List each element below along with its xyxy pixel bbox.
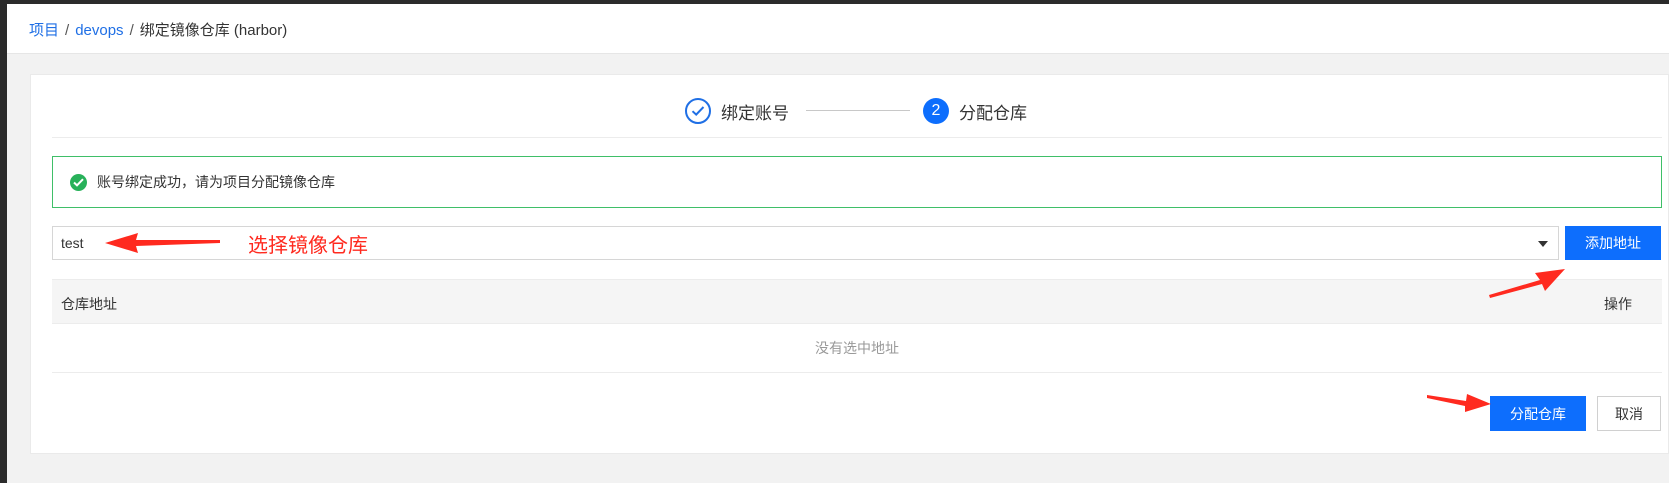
breadcrumb-bar: 项目 / devops / 绑定镜像仓库 (harbor) bbox=[7, 4, 1669, 54]
check-circle-icon bbox=[70, 173, 87, 191]
step-label: 分配仓库 bbox=[959, 103, 1027, 123]
caret-down-icon[interactable] bbox=[1538, 241, 1548, 247]
check-icon bbox=[685, 98, 711, 124]
success-alert: 账号绑定成功，请为项目分配镜像仓库 bbox=[52, 156, 1662, 208]
breadcrumb-devops-link[interactable]: devops bbox=[75, 22, 123, 39]
step-label: 绑定账号 bbox=[721, 103, 789, 123]
repo-select-value: test bbox=[61, 235, 84, 251]
step-bind-account: 绑定账号 bbox=[685, 97, 789, 125]
step-assign-repo: 2 分配仓库 bbox=[923, 97, 1027, 125]
step-number: 2 bbox=[923, 98, 949, 124]
breadcrumb-separator: / bbox=[65, 22, 70, 39]
main-panel bbox=[30, 74, 1669, 454]
empty-message: 没有选中地址 bbox=[815, 340, 899, 356]
table-header: 仓库地址 操作 bbox=[52, 279, 1662, 324]
step-connector bbox=[806, 110, 910, 111]
breadcrumb-project-link[interactable]: 项目 bbox=[29, 22, 59, 39]
breadcrumb: 项目 / devops / 绑定镜像仓库 (harbor) bbox=[29, 19, 287, 40]
steps-divider bbox=[52, 137, 1662, 138]
table-empty-row: 没有选中地址 bbox=[52, 324, 1662, 373]
annotation-label: 选择镜像仓库 bbox=[248, 235, 368, 257]
breadcrumb-separator: / bbox=[129, 22, 134, 39]
alert-message: 账号绑定成功，请为项目分配镜像仓库 bbox=[97, 174, 335, 190]
cancel-button[interactable]: 取消 bbox=[1597, 396, 1661, 431]
assign-repo-button[interactable]: 分配仓库 bbox=[1490, 396, 1586, 431]
add-address-button[interactable]: 添加地址 bbox=[1565, 226, 1661, 260]
window-left-edge bbox=[0, 0, 7, 483]
column-header-actions: 操作 bbox=[1604, 296, 1632, 312]
breadcrumb-current: 绑定镜像仓库 (harbor) bbox=[139, 22, 288, 39]
column-header-address: 仓库地址 bbox=[61, 296, 117, 312]
